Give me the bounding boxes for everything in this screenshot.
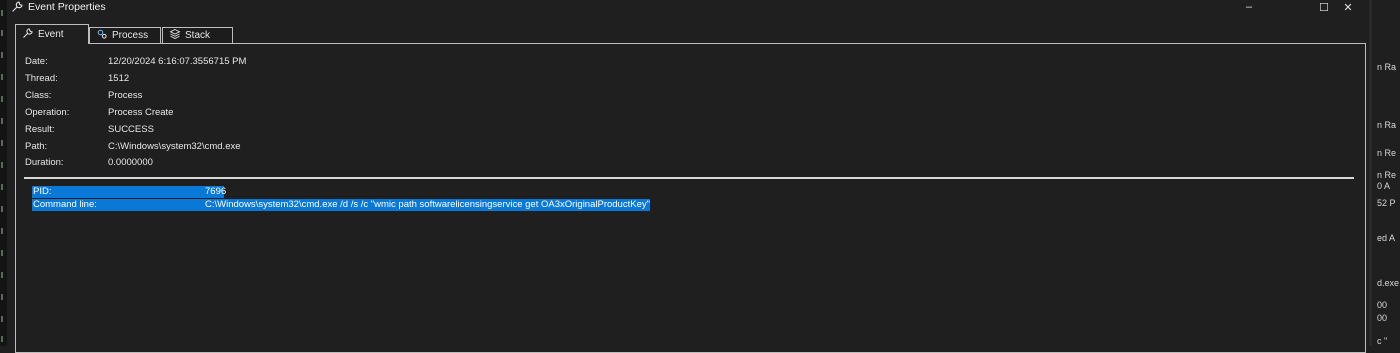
tab-process-label: Process xyxy=(112,30,149,41)
section-divider xyxy=(24,177,1354,179)
tab-stack-label: Stack xyxy=(185,30,211,41)
tab-event-label: Event xyxy=(38,29,64,40)
duration-label: Duration: xyxy=(25,157,64,168)
background-text: n Re xyxy=(1377,170,1397,180)
stack-icon xyxy=(169,28,185,43)
background-window-strip: n Ra n Ra n Re n Re 0 A 52 P ed A d.exe … xyxy=(1369,0,1400,346)
background-text: d.exe xyxy=(1377,278,1400,288)
background-text: n Ra xyxy=(1377,120,1397,130)
class-value: Process xyxy=(108,90,143,101)
close-button[interactable]: ✕ xyxy=(1329,0,1367,14)
tab-process[interactable]: Process xyxy=(89,27,161,43)
title-bar: Event Properties – ☐ ✕ xyxy=(7,0,1369,14)
thread-label: Thread: xyxy=(25,73,58,84)
gears-icon xyxy=(96,28,112,43)
date-value: 12/20/2024 6:16:07.3556715 PM xyxy=(108,56,247,67)
background-window-border xyxy=(1369,0,1372,346)
command-line-label: Command line: xyxy=(33,199,97,210)
background-text: 00 xyxy=(1377,313,1388,323)
pid-value: 7696 xyxy=(205,186,227,197)
background-text: ed A xyxy=(1377,233,1396,243)
background-text: 0 A xyxy=(1377,181,1391,191)
result-label: Result: xyxy=(25,124,55,135)
command-line-row[interactable]: Command line: C:\Windows\system32\cmd.exe… xyxy=(32,199,650,211)
background-text: n Re xyxy=(1377,148,1397,158)
background-text: 00 xyxy=(1377,300,1388,310)
operation-label: Operation: xyxy=(25,107,70,118)
path-label: Path: xyxy=(25,141,48,152)
date-label: Date: xyxy=(25,56,48,67)
pid-row[interactable]: PID: 7696 xyxy=(32,186,227,198)
background-text: 52 P xyxy=(1377,198,1396,208)
wrench-icon xyxy=(11,0,25,14)
tab-event[interactable]: Event xyxy=(15,24,89,44)
wrench-icon xyxy=(22,27,38,42)
path-value: C:\Windows\system32\cmd.exe xyxy=(108,141,241,152)
background-window-edge xyxy=(0,0,7,346)
operation-value: Process Create xyxy=(108,107,174,118)
thread-value: 1512 xyxy=(108,73,130,84)
duration-value: 0.0000000 xyxy=(108,157,153,168)
event-properties-window: Event Properties – ☐ ✕ Event Process Sta… xyxy=(7,0,1369,353)
pid-label: PID: xyxy=(33,186,52,197)
window-title: Event Properties xyxy=(28,1,106,13)
command-line-value: C:\Windows\system32\cmd.exe /d /s /c "wm… xyxy=(205,199,650,210)
tab-stack[interactable]: Stack xyxy=(162,27,233,43)
background-text: c " xyxy=(1377,336,1388,346)
event-panel: Date: 12/20/2024 6:16:07.3556715 PM Thre… xyxy=(15,43,1366,353)
result-value: SUCCESS xyxy=(108,124,154,135)
minimize-button[interactable]: – xyxy=(1230,0,1268,14)
class-label: Class: xyxy=(25,90,52,101)
background-text: n Ra xyxy=(1377,62,1397,72)
